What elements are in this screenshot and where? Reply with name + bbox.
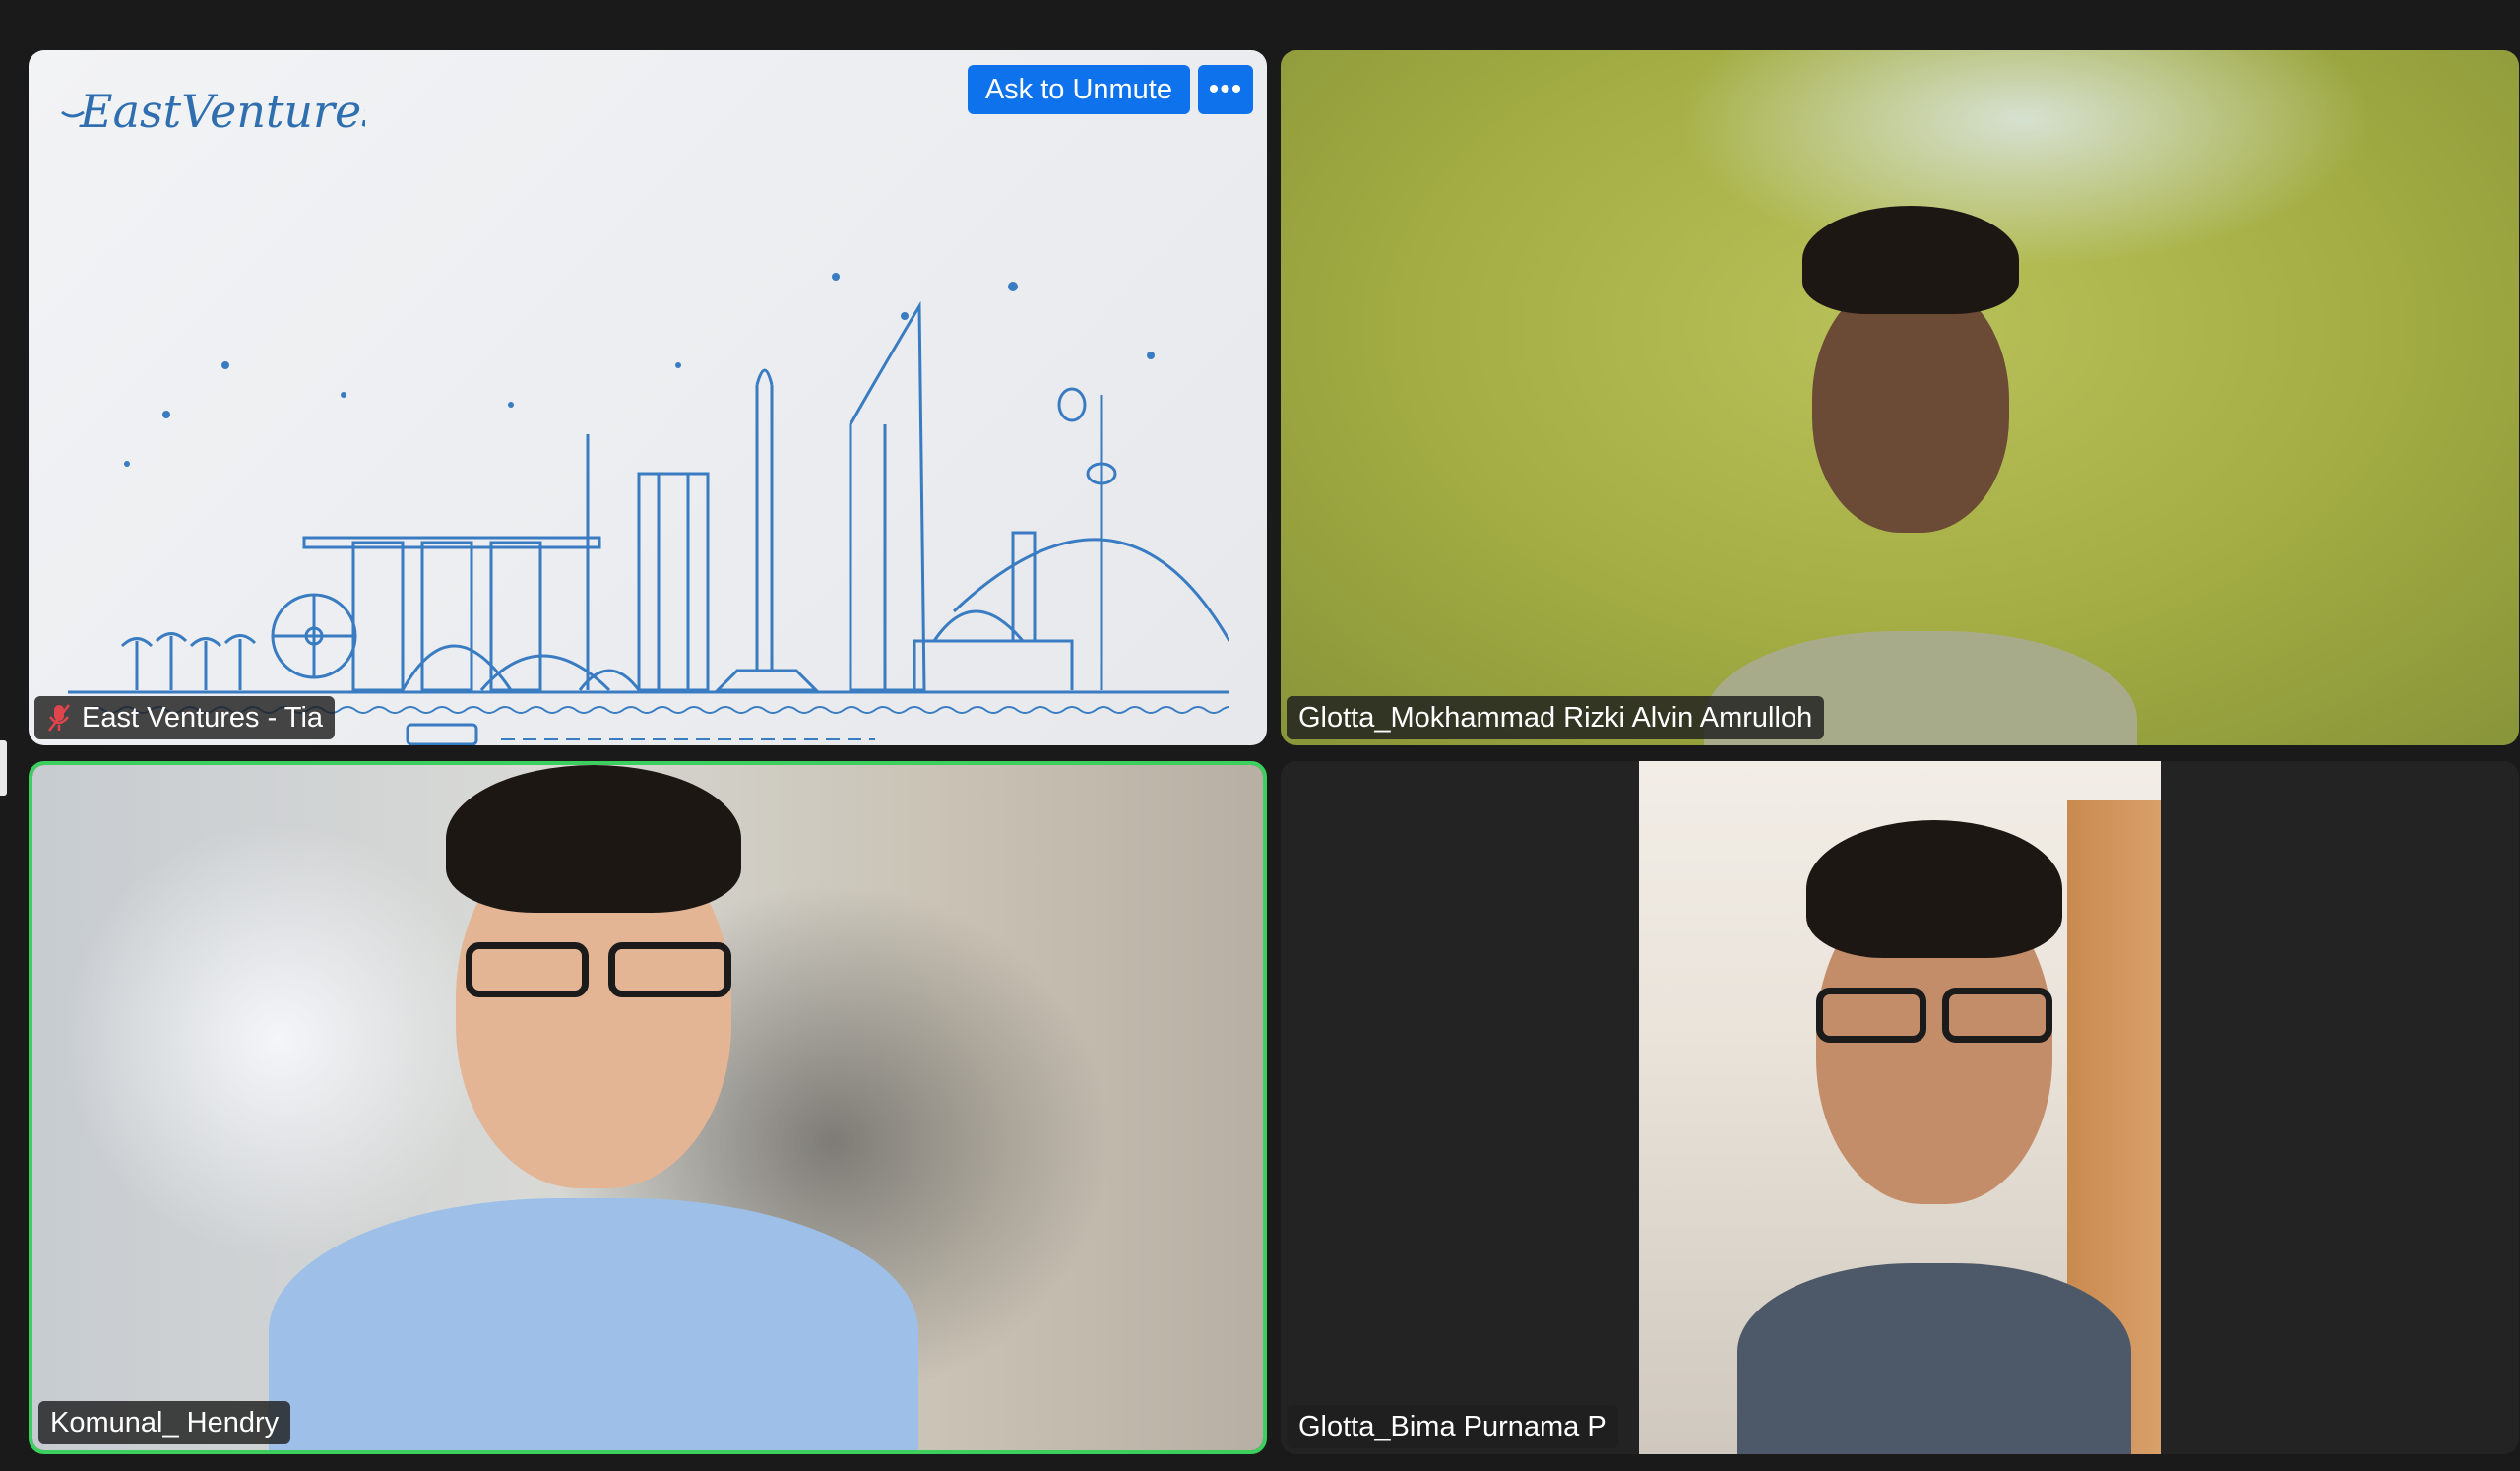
participant-name-tag: Glotta_Mokhammad Rizki Alvin Amrulloh — [1287, 696, 1825, 739]
participant-video-person — [1645, 206, 2196, 745]
participant-tile-bima[interactable]: Glotta_Bima Purnama P — [1281, 761, 2519, 1454]
gallery-view: EastVentures Ask to Unmute ••• East Vent… — [0, 0, 2520, 1471]
participant-tile-east-ventures[interactable]: EastVentures Ask to Unmute ••• East Vent… — [29, 50, 1267, 745]
more-options-button[interactable]: ••• — [1198, 65, 1253, 114]
participant-name: Glotta_Bima Purnama P — [1298, 1410, 1606, 1442]
participant-name: Glotta_Mokhammad Rizki Alvin Amrulloh — [1298, 701, 1813, 734]
mic-muted-icon — [46, 703, 72, 733]
participant-name: East Ventures - Tia — [82, 701, 324, 734]
participant-name-tag: Glotta_Bima Purnama P — [1287, 1405, 1618, 1448]
video-feed — [1639, 761, 2161, 1454]
participant-tile-rizki[interactable]: Glotta_Mokhammad Rizki Alvin Amrulloh — [1281, 50, 2519, 745]
participant-name-tag: East Ventures - Tia — [34, 696, 336, 739]
ellipsis-icon: ••• — [1208, 73, 1243, 105]
ask-to-unmute-button[interactable]: Ask to Unmute — [967, 65, 1190, 114]
participant-tile-hendry-active-speaker[interactable]: Komunal_ Hendry — [29, 761, 1267, 1454]
participant-name-tag: Komunal_ Hendry — [38, 1401, 291, 1444]
participant-video-person — [1737, 800, 2131, 1454]
participant-video-person — [259, 765, 948, 1450]
participant-name: Komunal_ Hendry — [50, 1406, 280, 1439]
east-ventures-logo: EastVentures — [61, 85, 365, 138]
side-panel-handle[interactable] — [0, 740, 7, 796]
logo-text: EastVentures — [79, 85, 365, 138]
city-skyline-illustration — [68, 273, 1229, 745]
